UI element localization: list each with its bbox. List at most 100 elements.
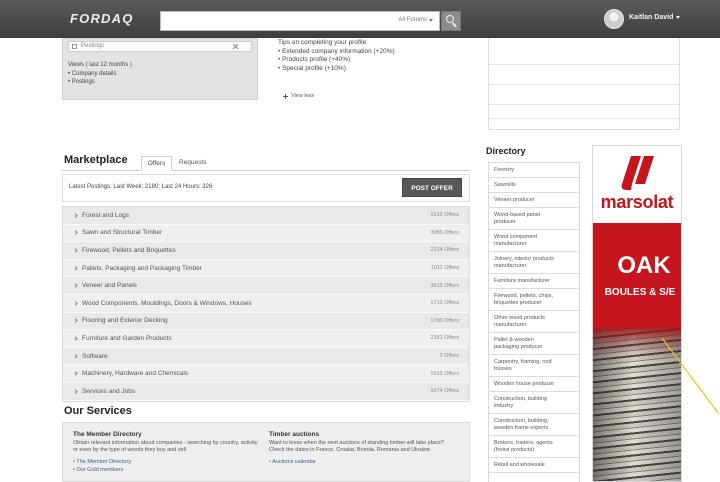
category-count: 1710 Offers	[430, 300, 459, 307]
views-item[interactable]: Postings	[68, 78, 132, 87]
category-row[interactable]: Sawn and Structural Timber 3085 Offers	[63, 224, 469, 243]
directory-item[interactable]: Joinery, interior products manufacturer	[489, 252, 579, 274]
category-count: 1011 Offers	[430, 265, 459, 272]
category-count: 3085 Offers	[430, 229, 459, 236]
directory-item[interactable]: Brokers, traders, agents (forest product…	[489, 436, 579, 458]
category-count: 1780 Offers	[430, 317, 459, 324]
directory-item[interactable]: Construction, building, wooden frame exp…	[489, 414, 579, 436]
tip-item[interactable]: Special profile (+10%)	[278, 65, 395, 74]
tips-list: Extended company information (+20%) Prod…	[278, 48, 395, 74]
post-offer-button[interactable]: POST OFFER	[402, 178, 462, 197]
fordaq-logo[interactable]: FORDAQ	[70, 11, 134, 26]
category-name: Pallets, Packaging and Packaging Timber	[82, 264, 202, 272]
tip-item[interactable]: Products profile (+40%)	[278, 56, 395, 65]
category-row[interactable]: Machinery, Hardware and Chemicals 1016 Of…	[63, 365, 469, 383]
chevron-right-icon	[73, 265, 78, 271]
category-row[interactable]: Pallets, Packaging and Packaging Timber 1…	[63, 259, 469, 278]
service-link[interactable]: Auctions calendar	[269, 459, 455, 467]
user-name: Kaitlan David	[629, 14, 674, 21]
directory-item-label: Construction, building, wooden frame exp…	[494, 417, 549, 431]
marsolat-ad-banner[interactable]: marsolat OAK BOULES & S/E	[592, 145, 682, 482]
tip-item[interactable]: Extended company information (+20%)	[278, 48, 395, 57]
lumber-stack-image	[593, 328, 681, 481]
directory-item[interactable]: Construction, building industry	[489, 392, 579, 414]
directory-item[interactable]: Wood component manufacturer	[489, 230, 579, 252]
directory-item[interactable]: Wooden house producer	[489, 377, 579, 392]
views-summary: Views ( last 12 months ) Company details…	[68, 61, 132, 87]
directory-item[interactable]: Retail and wholesale	[489, 458, 579, 473]
postings-field[interactable]: Postings	[68, 41, 252, 52]
directory-item[interactable]: Pallet & wooden packaging producer	[489, 333, 579, 355]
user-menu[interactable]: Kaitlan David	[629, 14, 681, 21]
user-avatar[interactable]	[604, 9, 624, 29]
chevron-right-icon	[73, 283, 78, 288]
tab-divider	[62, 170, 470, 171]
category-count: 7 Offers	[439, 353, 459, 360]
chevron-right-icon	[73, 230, 78, 236]
view-less-link[interactable]: View less	[283, 93, 314, 99]
service-links: The Member Directory Our Gold members	[73, 459, 259, 474]
category-name: Sawn and Structural Timber	[82, 229, 163, 237]
ad-subline: BOULES & S/E	[604, 287, 676, 298]
directory-item-label: Retail and wholesale	[494, 461, 545, 468]
search-scope-dropdown[interactable]: All Forums	[398, 17, 433, 23]
directory-list: Forestry Sawmills Veneer producer Wood-b…	[488, 162, 580, 482]
category-list: Forest and Logs 1516 Offers Sawn and Stru…	[62, 206, 470, 402]
directory-item-label: Wood-based panel producer	[494, 211, 541, 225]
directory-title: Directory	[486, 146, 526, 156]
views-item[interactable]: Company details	[68, 70, 132, 79]
category-row[interactable]: Firewood, Pellets and Briquettes 2224 Off…	[63, 242, 469, 260]
category-row[interactable]: Furniture and Garden Products 2381 Offers	[63, 330, 469, 348]
category-row[interactable]: Veneer and Panels 3615 Offers	[63, 277, 469, 295]
directory-item-label: Other wood products manufacturer	[494, 314, 546, 328]
ad-red-panel	[593, 223, 681, 343]
directory-item-label: Furniture manufacturer	[494, 277, 550, 284]
service-title: The Member Directory	[73, 431, 142, 438]
service-links: Auctions calendar	[269, 459, 455, 467]
directory-item[interactable]: Other wood products manufacturer	[489, 311, 579, 333]
directory-item[interactable]: Firewood, pellets, chips, briquettes pro…	[489, 289, 579, 311]
category-name: Forest and Logs	[82, 211, 129, 219]
category-row[interactable]: Services and Jobs 1674 Offers	[63, 383, 469, 401]
directory-item-label: Carpentry, framing, roof trusses	[494, 358, 552, 372]
marsolat-logo-icon	[621, 156, 654, 190]
category-name: Veneer and Panels	[82, 282, 137, 290]
services-panel: The Member Directory Obtain relevant inf…	[62, 422, 470, 482]
category-row[interactable]: Flooring and Exterior Decking 1780 Offers	[63, 313, 469, 331]
directory-item[interactable]: Veneer producer	[489, 193, 579, 208]
directory-item-label: Wood component manufacturer	[494, 233, 538, 247]
tips-title: Tips on completing your profile	[278, 39, 367, 46]
category-name: Firewood, Pellets and Briquettes	[82, 246, 176, 254]
directory-item[interactable]: Carpentry, framing, roof trusses	[489, 355, 579, 377]
service-description: Obtain relevant information about compan…	[73, 440, 258, 453]
search-button[interactable]	[441, 11, 461, 31]
search-input[interactable]	[161, 12, 376, 30]
directory-item[interactable]: Wood-based panel producer	[489, 208, 579, 230]
member-directory-service: The Member Directory Obtain relevant inf…	[73, 431, 259, 474]
services-title: Our Services	[64, 405, 132, 417]
close-icon[interactable]	[232, 43, 239, 50]
category-row[interactable]: Wood Components, Mouldings, Doors & Wind…	[63, 294, 469, 313]
category-name: Machinery, Hardware and Chemicals	[82, 370, 189, 378]
category-name: Wood Components, Mouldings, Doors & Wind…	[82, 299, 252, 307]
tab-requests[interactable]: Requests	[179, 159, 206, 166]
search-scope-label: All Forums	[398, 17, 427, 23]
directory-item[interactable]: Forestry	[489, 163, 579, 178]
marketplace-title: Marketplace	[64, 154, 128, 166]
directory-item-label: Veneer producer	[494, 196, 535, 203]
directory-item[interactable]: Furniture manufacturer	[489, 274, 579, 289]
category-row[interactable]: Forest and Logs 1516 Offers	[63, 207, 469, 225]
directory-item-label: Firewood, pellets, chips, briquettes pro…	[494, 292, 553, 306]
directory-item-label: Sawmills	[494, 181, 516, 188]
postings-field-label: Postings	[81, 43, 105, 49]
category-row[interactable]: Software 7 Offers	[63, 348, 469, 366]
tab-offers[interactable]: Offers	[141, 156, 172, 171]
chevron-down-icon	[429, 18, 433, 22]
category-count: 3615 Offers	[430, 282, 459, 289]
chevron-right-icon	[73, 389, 78, 394]
directory-item-label: Construction, building industry	[494, 395, 547, 409]
directory-item[interactable]: Sawmills	[489, 178, 579, 193]
service-link[interactable]: Our Gold members	[73, 467, 259, 475]
plus-icon	[283, 93, 288, 99]
service-link[interactable]: The Member Directory	[73, 459, 259, 467]
